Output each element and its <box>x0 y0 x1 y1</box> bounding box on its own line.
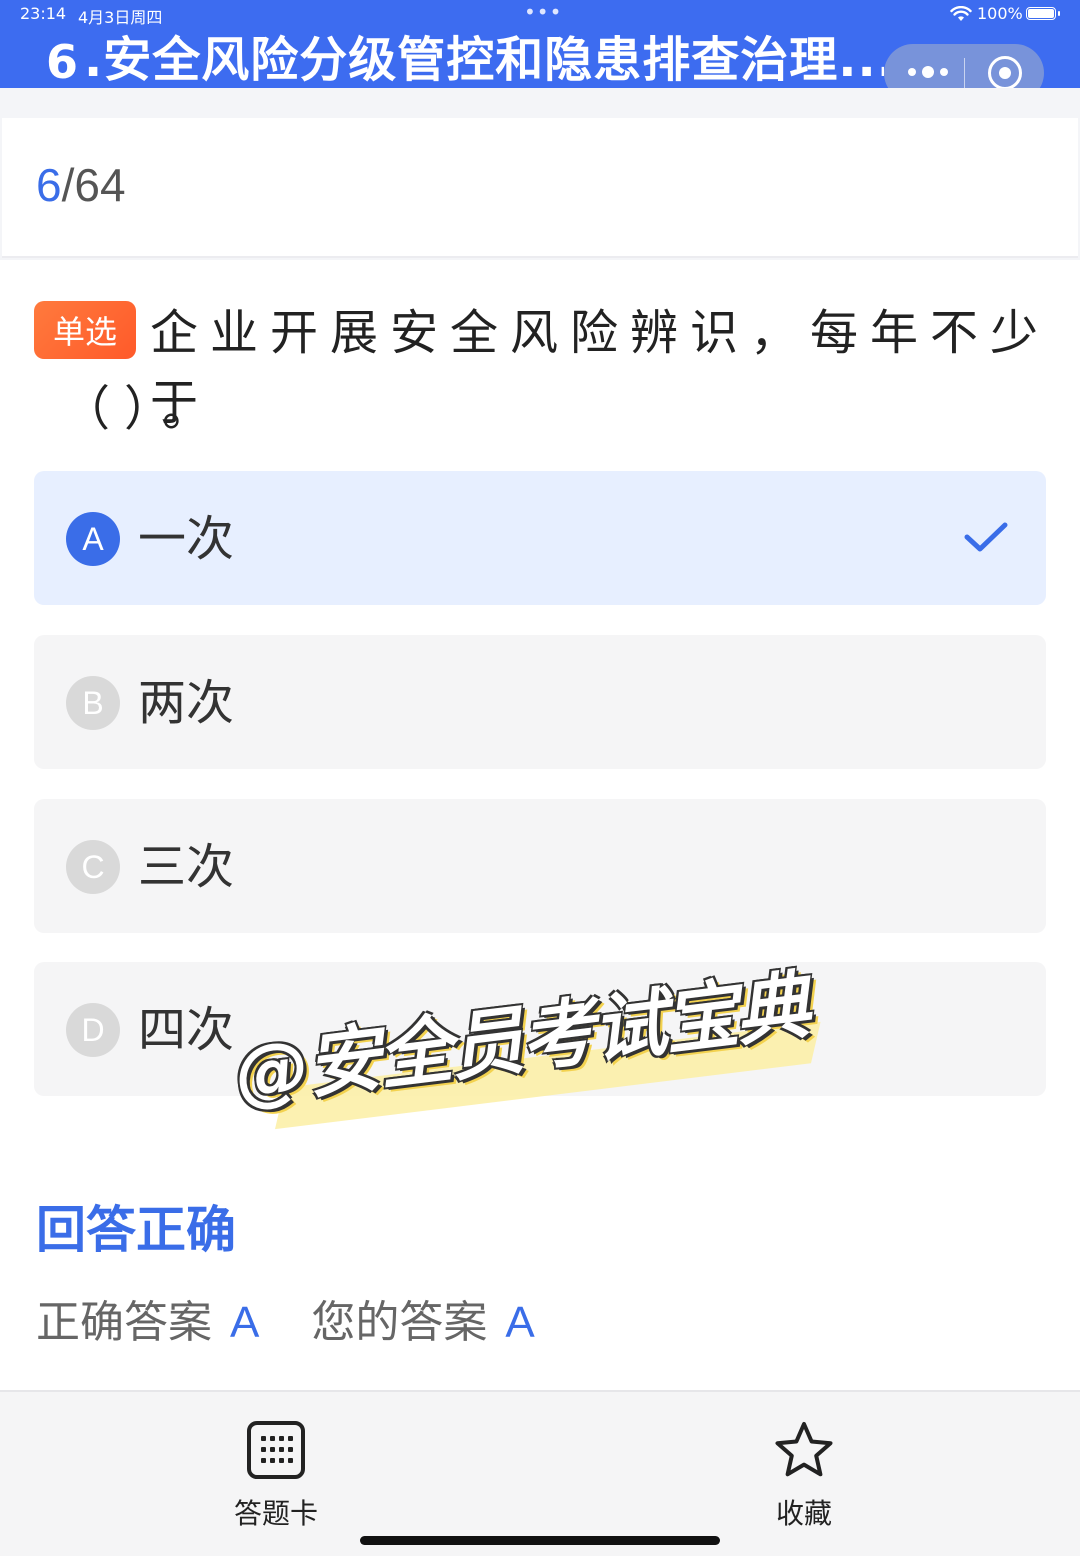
page-title: .安全风险分级管控和隐患排查治理... <box>84 32 884 88</box>
answer-summary: 正确答案 A 您的答案 A <box>36 1286 535 1350</box>
favorite-button[interactable]: 收藏 <box>734 1420 874 1532</box>
progress-current: 6 <box>36 159 62 211</box>
option-letter: A <box>66 512 120 566</box>
option-c[interactable]: C 三次 <box>34 799 1046 933</box>
answer-card-button[interactable]: 答题卡 <box>206 1420 346 1532</box>
more-icon[interactable] <box>898 62 958 82</box>
checkmark-icon <box>964 522 1008 552</box>
option-letter: C <box>66 840 120 894</box>
favorite-label: 收藏 <box>775 1497 832 1530</box>
question-type-badge: 单选 <box>34 301 136 359</box>
battery-icon <box>1026 7 1060 20</box>
multitask-dots[interactable]: ••• <box>524 0 562 24</box>
status-time: 23:14 <box>20 4 67 23</box>
battery-percent: 100% <box>977 4 1023 23</box>
correct-answer-label: 正确答案 <box>36 1297 212 1348</box>
capsule-divider <box>964 58 965 88</box>
option-text: 四次 <box>138 1002 235 1058</box>
option-text: 两次 <box>138 675 235 731</box>
your-answer-value: A <box>505 1298 535 1347</box>
wifi-icon <box>950 6 972 21</box>
star-icon <box>775 1422 833 1477</box>
correct-answer-value: A <box>230 1298 260 1347</box>
back-icon[interactable]: 6 <box>46 38 86 86</box>
option-text: 一次 <box>138 511 235 567</box>
result-title: 回答正确 <box>36 1201 236 1259</box>
option-a[interactable]: A 一次 <box>34 471 1046 605</box>
app-header: 23:14 4月3日周四 ••• 100% 6 .安全风险分级管控和隐患排查治理… <box>0 0 1080 88</box>
progress-area: 6/64 <box>0 88 1080 260</box>
option-b[interactable]: B 两次 <box>34 635 1046 769</box>
question-text: 企业开展安全风险辨识，每年不少于 <box>150 305 1051 431</box>
status-date: 4月3日周四 <box>78 8 163 27</box>
bottom-tab-bar: 答题卡 收藏 <box>0 1390 1080 1556</box>
close-miniprogram-icon[interactable] <box>988 56 1022 88</box>
question-text-continued: （）。 <box>62 381 225 437</box>
progress-total: /64 <box>61 159 126 211</box>
option-letter: B <box>66 676 120 730</box>
option-text: 三次 <box>138 839 235 895</box>
your-answer-label: 您的答案 <box>311 1297 488 1348</box>
miniprogram-capsule <box>884 44 1044 88</box>
option-letter: D <box>66 1003 120 1057</box>
question-progress: 6/64 <box>36 158 126 212</box>
home-indicator[interactable] <box>360 1536 720 1545</box>
grid-icon <box>247 1421 305 1479</box>
progress-card: 6/64 <box>2 118 1078 258</box>
answer-card-label: 答题卡 <box>233 1497 318 1530</box>
